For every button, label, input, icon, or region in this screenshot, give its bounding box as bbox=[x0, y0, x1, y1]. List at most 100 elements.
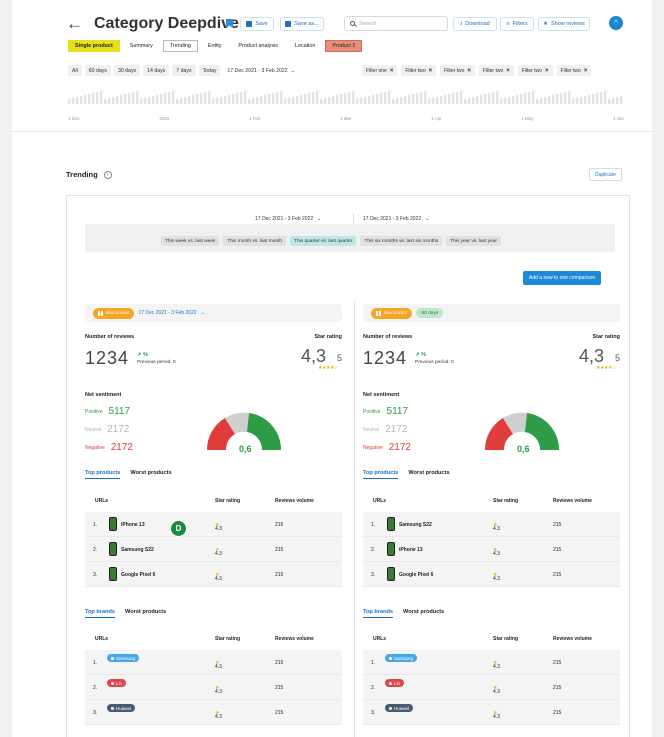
star-rating-value: 4,3 bbox=[300, 346, 326, 366]
timeline-bar bbox=[524, 93, 527, 104]
products-table: 1. Samsung S22 4.3 ★ 215 2. iPhone 13 4.3 ★ 21… bbox=[363, 512, 620, 587]
brand-badge[interactable]: LG bbox=[385, 679, 405, 687]
tab-worst-products[interactable]: Worst products bbox=[125, 609, 166, 618]
date-range-dropdown[interactable]: 17 Dec 2021 - 3 Feb 2022 ⌄ bbox=[223, 65, 299, 76]
table-row[interactable]: 3. Huawei 4.3 ★ 215 bbox=[85, 700, 342, 725]
tab-top-products[interactable]: Top products bbox=[85, 470, 121, 479]
chip-14-days[interactable]: 14 days bbox=[143, 65, 170, 76]
timeline-bar bbox=[232, 94, 235, 104]
close-icon[interactable]: × bbox=[429, 68, 433, 74]
timeline-bar bbox=[432, 98, 435, 104]
chip-60-days[interactable]: 60 days bbox=[84, 65, 111, 76]
filter-chip[interactable]: Filter two × bbox=[517, 65, 553, 76]
tab-top-brands[interactable]: Top brands bbox=[85, 609, 116, 618]
chip-30-days[interactable]: 30 days bbox=[113, 65, 141, 76]
table-row[interactable]: 2. LG 4.3 ★ 215 bbox=[363, 675, 620, 700]
chip-today[interactable]: Today bbox=[198, 65, 221, 76]
tab-location[interactable]: Location bbox=[288, 40, 322, 52]
compare-year[interactable]: This year vs. last year bbox=[446, 236, 501, 246]
tab-product-analysis[interactable]: Product analysis bbox=[231, 40, 285, 52]
add-comparison-button[interactable]: Add a new to one comparison bbox=[523, 271, 602, 285]
compare-month[interactable]: This month vs. last month bbox=[223, 236, 287, 246]
table-row[interactable]: 1. Samsung 4.3 ★ 215 bbox=[363, 650, 620, 675]
timeline-bar bbox=[420, 92, 423, 104]
timeline-bar bbox=[288, 98, 291, 104]
timeline-bar bbox=[184, 97, 187, 104]
tab-entity[interactable]: Entity bbox=[201, 40, 228, 52]
brand-badge[interactable]: Huawei bbox=[107, 704, 136, 712]
close-icon[interactable]: × bbox=[506, 68, 510, 74]
timeline-histogram[interactable] bbox=[68, 90, 624, 104]
timeline-bar bbox=[536, 99, 539, 104]
tab-single-product[interactable]: Single product bbox=[68, 40, 120, 52]
brand-badge[interactable]: Huawei bbox=[385, 704, 414, 712]
tab-top-products[interactable]: Top products bbox=[363, 470, 399, 479]
tab-top-brands[interactable]: Top brands bbox=[363, 609, 394, 618]
table-row[interactable]: 1. Samsung 4.3 ★ 215 bbox=[85, 650, 342, 675]
timeline-bar bbox=[112, 97, 115, 104]
brand-badge[interactable]: Samsung bbox=[385, 654, 418, 662]
star-rating-max: 5 bbox=[614, 353, 620, 363]
right-date-selector[interactable]: 17 Dec 2021 - 3 Feb 2022 ⌄ bbox=[363, 216, 429, 222]
tab-worst-products[interactable]: Worst products bbox=[408, 470, 449, 479]
timeline-bar bbox=[312, 92, 315, 104]
brand-badge[interactable]: Samsung bbox=[107, 654, 140, 662]
table-row[interactable]: 3. Google Pixel 6 4.3 ★ 215 bbox=[363, 562, 620, 587]
tab-product-2[interactable]: Product 2 bbox=[325, 40, 363, 52]
compare-quarter[interactable]: This quarter vs. last quarter bbox=[290, 236, 357, 246]
download-button[interactable]: ⭳ Download bbox=[453, 17, 497, 31]
close-icon[interactable]: × bbox=[545, 68, 549, 74]
tab-trending[interactable]: Trending bbox=[162, 40, 198, 52]
tab-summary[interactable]: Summary bbox=[123, 40, 160, 52]
filter-chip[interactable]: Filter two × bbox=[401, 65, 437, 76]
save-as-button[interactable]: Save as... bbox=[280, 17, 324, 31]
timeline-bar bbox=[500, 99, 503, 104]
brand-badge[interactable]: LG bbox=[107, 679, 127, 687]
timeline-bar bbox=[380, 93, 383, 104]
brands-tabs: Top brands Worst products bbox=[85, 609, 166, 618]
filter-chip[interactable]: Filter two × bbox=[478, 65, 514, 76]
timeline-bar bbox=[504, 98, 507, 104]
category-badge[interactable]: Electronics bbox=[93, 307, 135, 319]
table-row[interactable]: 3. Huawei 4.3 ★ 215 bbox=[363, 700, 620, 725]
table-row[interactable]: 2. iPhone 13 4.3 ★ 215 bbox=[363, 537, 620, 562]
filter-chip[interactable]: Filter two × bbox=[440, 65, 475, 76]
timeline-bar bbox=[608, 99, 611, 104]
tab-worst-products[interactable]: Worst products bbox=[403, 609, 444, 618]
left-date-dropdown[interactable]: 17 Dec 2021 - 3 Feb 2022 ⌄ bbox=[138, 310, 204, 316]
table-row[interactable]: 2. Samsung S22 4.3 ★ 215 bbox=[85, 537, 342, 562]
timeline-bar bbox=[140, 99, 143, 104]
close-icon[interactable]: × bbox=[584, 68, 588, 74]
table-row[interactable]: 2. LG 4.3 ★ 215 bbox=[85, 675, 342, 700]
compare-week[interactable]: This week vs. last week bbox=[161, 236, 220, 246]
profile-avatar[interactable]: ^ bbox=[609, 16, 623, 30]
timeline-bar bbox=[424, 91, 427, 104]
star-rating-max: 5 bbox=[336, 353, 342, 363]
left-date-selector[interactable]: 17 Dec 2021 - 3 Feb 2022 ⌄ bbox=[255, 216, 321, 222]
table-row[interactable]: 3. Google Pixel 6 4.3 ★ 215 bbox=[85, 562, 342, 587]
duplicate-button[interactable]: Duplicate bbox=[589, 168, 622, 181]
timeline-bar bbox=[252, 98, 255, 104]
filter-icon: ≡ bbox=[506, 21, 510, 27]
compare-six-months[interactable]: This six months vs. last six months bbox=[360, 236, 443, 246]
filter-chip[interactable]: Filter two × bbox=[556, 65, 592, 76]
filters-button[interactable]: ≡ Filters bbox=[500, 17, 534, 31]
save-button[interactable]: Save bbox=[240, 17, 274, 31]
tab-worst-products[interactable]: Worst products bbox=[130, 470, 171, 479]
table-row[interactable]: 1. iPhone 13 4.3 ★ 215 bbox=[85, 512, 342, 537]
timeline-bar bbox=[236, 93, 239, 104]
back-arrow-icon[interactable]: ← bbox=[66, 14, 83, 34]
phone-icon bbox=[387, 542, 395, 556]
timeline-bar bbox=[216, 98, 219, 104]
info-icon[interactable]: i bbox=[103, 170, 112, 179]
chip-all[interactable]: All bbox=[68, 65, 82, 76]
search-input[interactable]: Search bbox=[344, 16, 448, 31]
close-icon[interactable]: × bbox=[390, 68, 394, 74]
period-badge[interactable]: 60 days bbox=[416, 308, 444, 318]
chip-7-days[interactable]: 7 days bbox=[172, 65, 196, 76]
close-icon[interactable]: × bbox=[467, 68, 471, 74]
category-badge[interactable]: Electronics bbox=[371, 307, 413, 319]
filter-chip[interactable]: Filter one × bbox=[362, 65, 398, 76]
table-row[interactable]: 1. Samsung S22 4.3 ★ 215 bbox=[363, 512, 620, 537]
show-reviews-button[interactable]: ★ Show reviews bbox=[538, 17, 590, 31]
